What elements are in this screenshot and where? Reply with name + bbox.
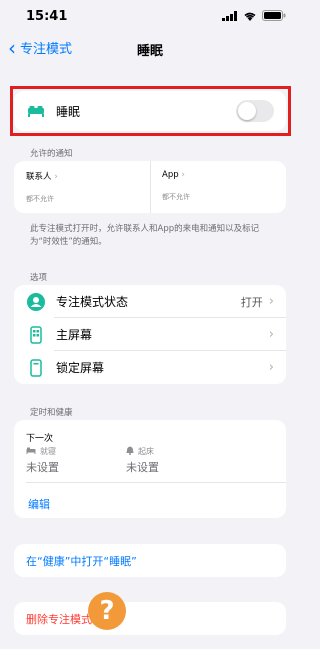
next-label: 下一次 bbox=[26, 434, 54, 444]
nav-bar: ‹ 专注模式 睡眠 bbox=[0, 30, 300, 66]
battery-icon bbox=[262, 10, 286, 21]
question-mark-icon: ? bbox=[88, 592, 126, 630]
options-item-value: 打开 bbox=[240, 295, 263, 309]
alarm-bell-icon bbox=[126, 446, 134, 457]
bedtime-caption: 就寝 bbox=[26, 446, 56, 457]
lock-screen-icon bbox=[26, 358, 46, 377]
wake-value: 未设置 bbox=[126, 461, 159, 474]
home-screen-icon bbox=[26, 325, 46, 344]
schedule-divider bbox=[26, 482, 286, 483]
health-link-card: 在“健康”中打开“睡眠” bbox=[14, 544, 286, 577]
options-card: 专注模式状态 打开 › 主屏幕 › 锁定屏幕 › bbox=[14, 285, 286, 384]
options-item-home-screen[interactable]: 主屏幕 › bbox=[14, 318, 286, 351]
options-section-label: 选项 bbox=[30, 273, 48, 283]
chevron-right-icon: › bbox=[268, 327, 274, 342]
chevron-right-icon: › bbox=[181, 170, 185, 180]
open-health-sleep-label: 在“健康”中打开“睡眠” bbox=[26, 554, 137, 568]
wifi-icon bbox=[244, 12, 256, 21]
bed-small-icon bbox=[26, 447, 36, 456]
delete-focus-button[interactable]: 删除专注模式 bbox=[14, 602, 286, 635]
apps-allowed-cell[interactable]: App › 都不允许 bbox=[150, 161, 286, 213]
apps-title: App bbox=[162, 170, 179, 180]
options-item-label: 锁定屏幕 bbox=[56, 361, 105, 375]
schedule-section-label: 定时和健康 bbox=[30, 408, 73, 418]
status-time: 15:41 bbox=[26, 9, 68, 24]
people-allowed-cell[interactable]: 联系人 › 都不允许 bbox=[14, 161, 150, 213]
options-item-label: 专注模式状态 bbox=[56, 295, 129, 309]
options-item-lock-screen[interactable]: 锁定屏幕 › bbox=[14, 351, 286, 384]
page-title: 睡眠 bbox=[136, 44, 163, 59]
wake-caption: 起床 bbox=[126, 446, 154, 457]
bedtime-label: 就寝 bbox=[40, 447, 56, 456]
apps-subtitle: 都不允许 bbox=[162, 193, 190, 201]
open-health-sleep-link[interactable]: 在“健康”中打开“睡眠” bbox=[14, 544, 286, 577]
people-title: 联系人 bbox=[26, 172, 52, 182]
wake-label: 起床 bbox=[138, 447, 154, 456]
status-icons bbox=[222, 10, 286, 21]
delete-card: 删除专注模式 bbox=[14, 602, 286, 635]
notifications-card: 联系人 › 都不允许 App › 都不允许 bbox=[14, 161, 286, 213]
options-item-label: 主屏幕 bbox=[56, 328, 93, 342]
signal-icon bbox=[222, 10, 237, 21]
chevron-right-icon: › bbox=[268, 294, 274, 309]
status-bar: 15:41 bbox=[0, 0, 300, 30]
edit-schedule-button[interactable]: 编辑 bbox=[28, 496, 50, 512]
chevron-right-icon: › bbox=[54, 172, 58, 182]
notifications-section-label: 允许的通知 bbox=[30, 149, 73, 159]
highlight-annotation bbox=[10, 86, 291, 136]
bedtime-value: 未设置 bbox=[26, 461, 59, 474]
schedule-card: 下一次 就寝 未设置 起床 未设置 编辑 bbox=[14, 420, 286, 518]
options-item-focus-status[interactable]: 专注模式状态 打开 › bbox=[14, 285, 286, 318]
focus-status-icon bbox=[26, 292, 46, 312]
chevron-right-icon: › bbox=[268, 360, 274, 375]
delete-focus-label: 删除专注模式 bbox=[26, 612, 92, 626]
people-subtitle: 都不允许 bbox=[26, 195, 54, 203]
notifications-footnote: 此专注模式打开时，允许联系人和App的来电和通知以及标记为“时效性”的通知。 bbox=[30, 224, 260, 247]
